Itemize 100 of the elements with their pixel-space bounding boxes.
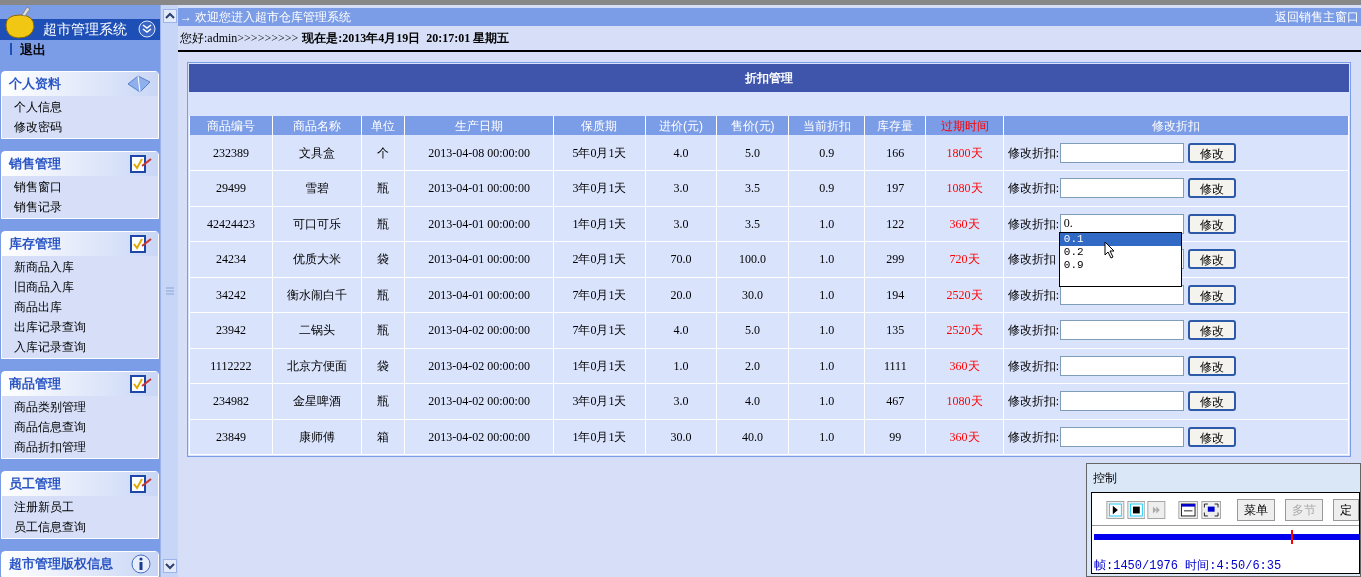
fullscreen-icon[interactable] [1200,499,1221,521]
table-cell: 197 [886,181,905,196]
stop-icon[interactable] [1126,499,1146,521]
modify-button[interactable]: 修改 [1187,178,1236,199]
table-cell: 5.0 [745,323,761,338]
play-icon[interactable] [1106,499,1125,521]
column-header: 售价(元) [716,116,789,135]
playback-status: 帧:1450/1976 时间:4:50/6:35 [1094,559,1282,573]
table-cell: 30.0 [742,287,764,302]
menu-item[interactable]: 注册新员工 [14,498,74,516]
field-label: 修改折扣 [1007,251,1057,269]
table-cell: 232389 [212,145,249,160]
modify-button[interactable]: 修改 [1187,391,1236,412]
table-cell: 瓶 [377,323,390,338]
menu-item[interactable]: 新商品入库 [14,258,74,276]
menu-item[interactable]: 商品信息查询 [14,418,86,436]
menu-item[interactable]: 入库记录查询 [14,338,86,356]
table-cell: 166 [886,145,905,160]
expiry-cell: 720天 [949,252,980,267]
table-cell: 金星啤酒 [292,394,341,409]
modify-button[interactable]: 修改 [1187,284,1236,305]
expiry-cell: 360天 [949,358,980,373]
field-label: 修改折扣: [1007,180,1060,198]
suggestion-item[interactable]: 0.9 [1059,258,1181,272]
scroll-up-icon[interactable] [162,9,177,23]
discount-input[interactable] [1059,355,1184,376]
table-cell: 3.5 [745,216,761,231]
field-label: 修改折扣: [1007,144,1060,162]
discount-input[interactable]: 0. [1059,213,1184,234]
column-header: 库存量 [865,116,926,135]
table-cell: 瓶 [377,216,390,231]
table-cell: 文具盒 [298,145,335,160]
expiry-cell: 360天 [949,429,980,444]
scrollbar[interactable] [160,5,178,577]
table-cell: 2013-04-01 00:00:00 [428,287,530,302]
table-cell: 二锅头 [298,323,335,338]
table-cell: 2013-04-02 00:00:00 [428,429,530,444]
table-cell: 3.0 [673,394,689,409]
table-cell: 3.0 [673,181,689,196]
table-cell: 2013-04-02 00:00:00 [428,358,530,373]
progress-marker[interactable] [1291,530,1294,544]
field-label: 修改折扣: [1007,215,1060,233]
discount-input[interactable] [1059,142,1184,163]
menu-item[interactable]: 旧商品入库 [14,278,74,296]
table-cell: 24234 [215,252,246,267]
edit-icon [130,154,152,174]
suggestion-item[interactable]: 0.1 [1059,232,1181,246]
modify-button[interactable]: 修改 [1187,426,1236,447]
menu-item[interactable]: 商品类别管理 [14,398,86,416]
app-title: 超市管理系统 [43,19,127,39]
table-cell: 20.0 [670,287,692,302]
table-cell: 可口可乐 [292,216,341,231]
menu-item[interactable]: 商品出库 [14,298,62,316]
table-cell: 100.0 [739,252,767,267]
table-cell: 2.0 [745,358,761,373]
edit-icon [130,474,152,494]
menu-item[interactable]: 商品折扣管理 [14,438,86,456]
menu-item[interactable]: 销售记录 [14,198,62,216]
field-label: 修改折扣: [1007,393,1060,411]
menu-item[interactable]: 销售窗口 [14,178,62,196]
discount-input[interactable] [1059,391,1184,412]
player-button[interactable]: 菜单 [1237,499,1275,521]
table-cell: 箱 [377,429,390,444]
table-cell: 袋 [377,358,390,373]
table-cell: 瓶 [377,181,390,196]
menu-item[interactable]: 出库记录查询 [14,318,86,336]
scroll-down-icon[interactable] [162,559,177,573]
field-label: 修改折扣: [1007,322,1060,340]
suggestion-item[interactable]: 0.2 [1059,245,1181,259]
discount-input[interactable] [1059,178,1184,199]
menu-item[interactable]: 个人信息 [14,98,62,116]
logout-link[interactable]: 退出 [20,39,46,59]
modify-button[interactable]: 修改 [1187,213,1236,234]
table-cell: 优质大米 [292,252,341,267]
table-cell: 34242 [215,287,246,302]
collapse-icon[interactable] [138,20,156,38]
table-cell: 467 [886,394,905,409]
table-cell: 7年0月1天 [572,323,627,338]
table-cell: 2013-04-01 00:00:00 [428,252,530,267]
edit-icon [130,234,152,254]
player-button[interactable]: 定 [1333,499,1359,521]
discount-input[interactable] [1059,426,1184,447]
field-label: 修改折扣: [1007,286,1060,304]
bag-logo-icon [2,4,38,41]
modify-button[interactable]: 修改 [1187,355,1236,376]
expiry-cell: 1080天 [946,394,983,409]
discount-input[interactable] [1059,320,1184,341]
table-cell: 135 [886,323,905,338]
menu-item[interactable]: 修改密码 [14,118,62,136]
table-cell: 瓶 [377,287,390,302]
menu-item[interactable]: 员工信息查询 [14,518,86,536]
table-cell: 122 [886,216,905,231]
table-cell: 4.0 [673,145,689,160]
table-cell: 70.0 [670,252,692,267]
modify-button[interactable]: 修改 [1187,142,1236,163]
modify-button[interactable]: 修改 [1187,249,1236,270]
modify-button[interactable]: 修改 [1187,320,1236,341]
column-header: 商品名称 [272,116,362,135]
table-cell: 1.0 [819,216,835,231]
window-size-icon[interactable] [1178,499,1199,521]
